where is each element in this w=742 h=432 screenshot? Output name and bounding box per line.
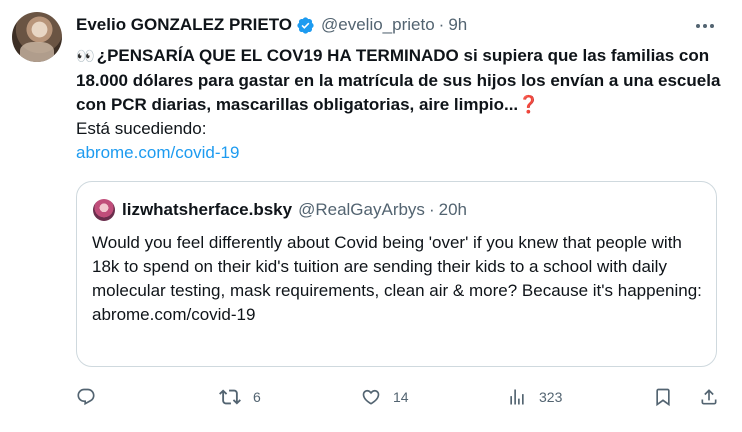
views-icon: [510, 389, 524, 405]
quoted-author-name[interactable]: lizwhatsherface.bsky: [122, 200, 292, 220]
tweet: Evelio GONZALEZ PRIETO @evelio_prieto · …: [0, 0, 742, 432]
views-count: 323: [539, 389, 563, 405]
quoted-author-handle[interactable]: @RealGayArbys: [298, 200, 425, 220]
tweet-body: 👀 ¿PENSARÍA QUE EL COV19 HA TERMINADO si …: [76, 44, 731, 165]
reply-icon: [77, 388, 95, 406]
bookmark-icon: [656, 388, 670, 407]
eyes-emoji: 👀: [76, 48, 95, 65]
heart-icon: [362, 389, 380, 405]
header-separator: ·: [438, 15, 445, 34]
quoted-tweet-body: Would you feel differently about Covid b…: [92, 231, 707, 327]
quoted-time[interactable]: 20h: [439, 200, 467, 220]
bookmark-button[interactable]: [653, 383, 673, 411]
retweet-count: 6: [253, 389, 261, 405]
author-name[interactable]: Evelio GONZALEZ PRIETO: [76, 15, 292, 35]
tweet-link[interactable]: abrome.com/covid-19: [76, 143, 239, 162]
retweet-icon: [219, 389, 241, 405]
avatar[interactable]: [12, 12, 62, 62]
retweet-button[interactable]: 6: [219, 383, 261, 411]
tweet-text-line2: Está sucediendo:: [76, 119, 207, 138]
views-button[interactable]: 323: [507, 383, 562, 411]
author-handle[interactable]: @evelio_prieto: [321, 15, 435, 35]
quoted-text: Would you feel differently about Covid b…: [92, 233, 702, 300]
tweet-header: Evelio GONZALEZ PRIETO @evelio_prieto · …: [76, 14, 692, 36]
quoted-avatar[interactable]: [93, 199, 115, 221]
like-count: 14: [393, 389, 409, 405]
verified-badge-icon: [297, 16, 314, 34]
more-options-icon[interactable]: [692, 16, 718, 36]
quoted-link[interactable]: abrome.com/covid-19: [92, 305, 255, 324]
quoted-tweet[interactable]: lizwhatsherface.bsky @RealGayArbys · 20h…: [76, 181, 717, 367]
action-bar: 6 14 323: [76, 383, 726, 411]
tweet-time[interactable]: 9h: [448, 15, 467, 35]
tweet-text: ¿PENSARÍA QUE EL COV19 HA TERMINADO si s…: [76, 46, 721, 114]
quoted-tweet-header: lizwhatsherface.bsky @RealGayArbys · 20h: [93, 199, 467, 221]
share-icon: [701, 389, 717, 405]
question-emoji: ❓: [518, 95, 540, 114]
like-button[interactable]: 14: [361, 383, 409, 411]
share-button[interactable]: [699, 383, 719, 411]
quoted-separator: ·: [428, 200, 435, 219]
reply-button[interactable]: [76, 383, 108, 411]
